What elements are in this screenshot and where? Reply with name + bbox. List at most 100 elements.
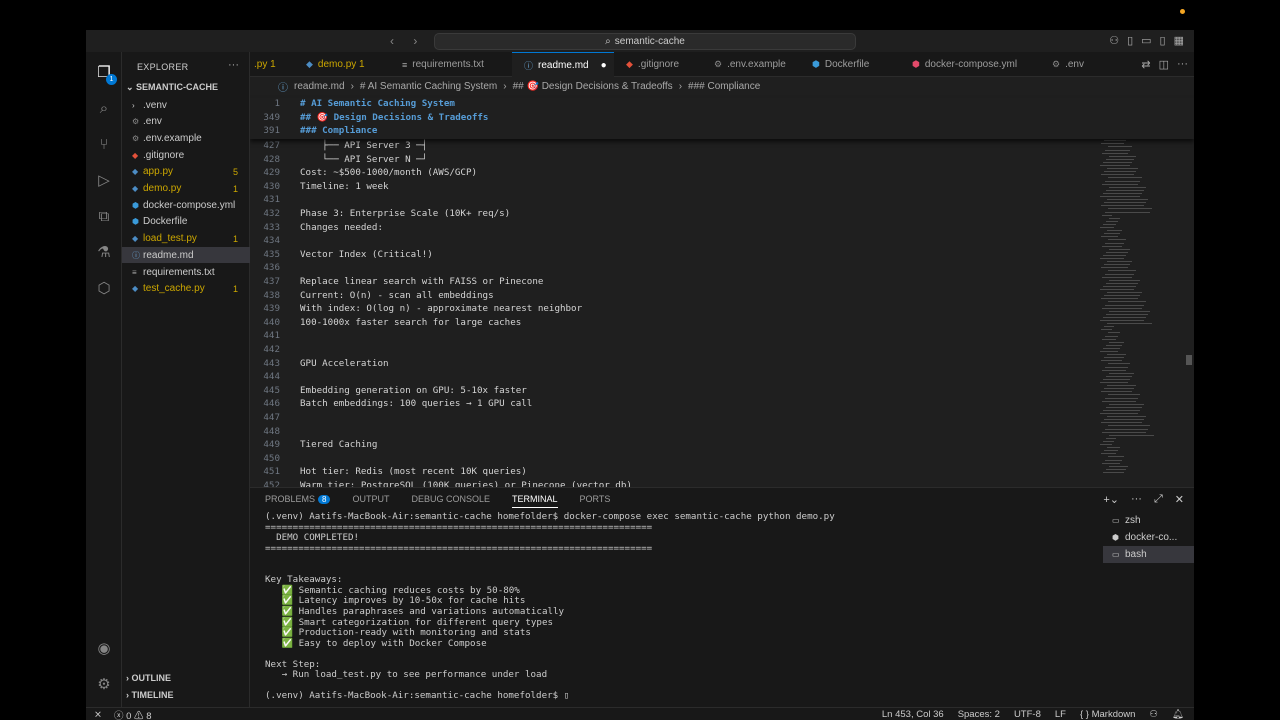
end-of-line[interactable]: LF bbox=[1055, 709, 1066, 720]
more-actions-icon[interactable]: ··· bbox=[228, 59, 239, 71]
toggle-secondary-sidebar-icon[interactable]: ▯ bbox=[1160, 34, 1166, 47]
more-actions-icon[interactable]: ··· bbox=[1177, 58, 1188, 71]
indentation[interactable]: Spaces: 2 bbox=[958, 709, 1000, 720]
tab-ports[interactable]: PORTS bbox=[580, 494, 611, 508]
line-number: 435 bbox=[263, 248, 280, 260]
file-item[interactable]: ◆ demo.py 1 bbox=[122, 181, 250, 197]
file-item[interactable]: ◆ load_test.py 1 bbox=[122, 231, 250, 247]
file-item[interactable]: ≡ requirements.txt bbox=[122, 264, 250, 280]
file-item[interactable]: ⓘ readme.md bbox=[122, 247, 250, 264]
copilot-status-icon[interactable]: ⚇ bbox=[1149, 709, 1158, 720]
terminal-item[interactable]: ▭ bash bbox=[1103, 546, 1194, 563]
git-icon: ◆ bbox=[132, 150, 139, 160]
code-editor[interactable]: 1 # AI Semantic Caching System 349 ## 🎯 Des… bbox=[250, 95, 1194, 487]
terminal-item[interactable]: ▭ zsh bbox=[1103, 512, 1194, 529]
status-bar: ⨯ ⓧ 0 ⚠ 8 Ln 453, Col 36 Spaces: 2 UTF-8… bbox=[86, 707, 1194, 720]
terminal-output[interactable]: (.venv) Aatifs-MacBook-Air:semantic-cach… bbox=[265, 511, 1091, 702]
terminal-icon: ▭ bbox=[1112, 550, 1120, 559]
tab-docker-compose-yml[interactable]: ⬢ docker-compose.yml bbox=[900, 52, 1040, 77]
problems-status[interactable]: ⓧ 0 ⚠ 8 bbox=[114, 708, 152, 720]
breadcrumb-file-icon: ⓘ bbox=[278, 82, 288, 94]
line-number: 439 bbox=[263, 303, 280, 315]
remote-icon[interactable]: ⨯ bbox=[94, 709, 102, 720]
file-name: docker-compose.yml bbox=[143, 199, 236, 211]
tab-dockerfile[interactable]: ⬢ Dockerfile bbox=[800, 52, 900, 77]
tab-terminal[interactable]: TERMINAL bbox=[512, 494, 558, 508]
line-number: 432 bbox=[263, 208, 280, 219]
run-debug-icon[interactable]: ▷ bbox=[92, 168, 116, 192]
timeline-section[interactable]: › TIMELINE bbox=[126, 690, 174, 700]
minimap[interactable] bbox=[1094, 95, 1194, 487]
terminal-icon: ▭ bbox=[1112, 516, 1120, 525]
more-actions-icon[interactable]: ··· bbox=[1131, 493, 1142, 506]
tab-output[interactable]: OUTPUT bbox=[352, 494, 389, 508]
open-changes-icon[interactable]: ⇄ bbox=[1141, 58, 1150, 71]
docker-icon[interactable]: ⬡ bbox=[92, 276, 116, 300]
tab-debug-console[interactable]: DEBUG CONSOLE bbox=[411, 494, 490, 508]
new-terminal-icon[interactable]: +⌄ bbox=[1103, 493, 1119, 506]
editor-scrollbar-thumb[interactable] bbox=[1186, 355, 1192, 365]
close-icon[interactable]: ✕ bbox=[1175, 493, 1184, 506]
tab--py-1[interactable]: .py 1 bbox=[250, 52, 294, 77]
notifications-icon[interactable]: 🔔︎ bbox=[1172, 709, 1184, 720]
breadcrumb-item-h2[interactable]: ## 🎯 Design Decisions & Tradeoffs bbox=[513, 81, 673, 92]
terminal-item[interactable]: ⬢ docker-co... bbox=[1103, 529, 1194, 546]
command-center[interactable]: ⌕ semantic-cache bbox=[434, 33, 856, 50]
testing-icon[interactable]: ⚗ bbox=[92, 240, 116, 264]
activity-bar: ❐ 1 ⌕ ⑂ ▷ ⧉ ⚗ ⬡ ◉ ⚙ bbox=[86, 52, 122, 707]
file-item[interactable]: ⬢ docker-compose.yml bbox=[122, 197, 250, 213]
nav-arrows[interactable]: ‹ › bbox=[390, 34, 425, 48]
source-control-icon[interactable]: ⑂ bbox=[92, 132, 116, 156]
tab--env[interactable]: ⚙ .env bbox=[1040, 52, 1090, 77]
tab-requirements-txt[interactable]: ≡ requirements.txt bbox=[390, 52, 512, 77]
tab--gitignore[interactable]: ◆ .gitignore bbox=[614, 52, 702, 77]
toggle-sidebar-icon[interactable]: ▯ bbox=[1127, 34, 1133, 47]
file-item[interactable]: ◆ test_cache.py 1 bbox=[122, 281, 250, 297]
file-item[interactable]: ⬢ Dockerfile bbox=[122, 214, 250, 230]
code-line: 429 Cost: ~$500-1000/month (AWS/GCP) bbox=[250, 166, 1090, 180]
split-editor-icon[interactable]: ◫ bbox=[1159, 58, 1169, 71]
file-item[interactable]: ◆ .gitignore bbox=[122, 147, 250, 163]
extensions-icon[interactable]: ⧉ bbox=[92, 204, 116, 228]
language-mode[interactable]: { } Markdown bbox=[1080, 709, 1135, 720]
customize-layout-icon[interactable]: ▦ bbox=[1174, 34, 1184, 47]
code-line: 447 bbox=[250, 411, 1090, 425]
terminal-name: bash bbox=[1125, 549, 1147, 560]
code-line: 440 100-1000x faster search for large cac… bbox=[250, 316, 1090, 330]
cursor-position[interactable]: Ln 453, Col 36 bbox=[882, 709, 944, 720]
toggle-panel-icon[interactable]: ▭ bbox=[1141, 34, 1151, 47]
breadcrumb-item-h3[interactable]: ### Compliance bbox=[688, 81, 760, 92]
line-text: Phase 3: Enterprise Scale (10K+ req/s) bbox=[300, 208, 511, 219]
encoding[interactable]: UTF-8 bbox=[1014, 709, 1041, 720]
titlebar: ‹ › ⌕ semantic-cache ⚇ ▯ ▭ ▯ ▦ bbox=[86, 30, 1194, 52]
line-number: 438 bbox=[263, 289, 280, 301]
copilot-icon[interactable]: ⚇ bbox=[1109, 34, 1119, 47]
breadcrumb-item-h1[interactable]: # AI Semantic Caching System bbox=[360, 81, 497, 92]
python-icon: ◆ bbox=[132, 167, 139, 177]
unsaved-dot-icon[interactable]: ● bbox=[601, 60, 607, 71]
settings-gear-icon[interactable]: ⚙ bbox=[92, 672, 116, 696]
workspace-root[interactable]: ⌄ SEMANTIC-CACHE bbox=[126, 82, 218, 93]
outline-section[interactable]: › OUTLINE bbox=[126, 673, 171, 683]
breadcrumb-item-file[interactable]: readme.md bbox=[294, 81, 345, 92]
tab-demo-py-1[interactable]: ◆ demo.py 1 bbox=[294, 52, 390, 77]
maximize-panel-icon[interactable]: ⤢ bbox=[1154, 493, 1163, 506]
code-line: 443 GPU Acceleration bbox=[250, 357, 1090, 371]
problem-count-badge: 1 bbox=[232, 283, 238, 294]
line-number: 434 bbox=[263, 235, 280, 247]
tab--env-example[interactable]: ⚙ .env.example bbox=[702, 52, 800, 77]
file-item[interactable]: › .venv bbox=[122, 97, 250, 113]
file-item[interactable]: ⚙ .env bbox=[122, 114, 250, 130]
file-item[interactable]: ⚙ .env.example bbox=[122, 130, 250, 146]
chevron-right-icon: › bbox=[132, 100, 135, 110]
gear-icon: ⚙ bbox=[132, 133, 140, 143]
file-name: load_test.py bbox=[143, 233, 197, 245]
search-icon[interactable]: ⌕ bbox=[92, 96, 116, 120]
tab-readme-md[interactable]: ⓘ readme.md ● bbox=[512, 52, 614, 77]
file-item[interactable]: ◆ app.py 5 bbox=[122, 164, 250, 180]
account-icon[interactable]: ◉ bbox=[92, 636, 116, 660]
language-label: Markdown bbox=[1091, 709, 1136, 720]
file-name: demo.py bbox=[143, 183, 182, 194]
sticky-scroll-header[interactable]: 1 # AI Semantic Caching System 349 ## 🎯 Des… bbox=[250, 98, 1194, 139]
tab-problems[interactable]: PROBLEMS 8 bbox=[265, 494, 331, 508]
